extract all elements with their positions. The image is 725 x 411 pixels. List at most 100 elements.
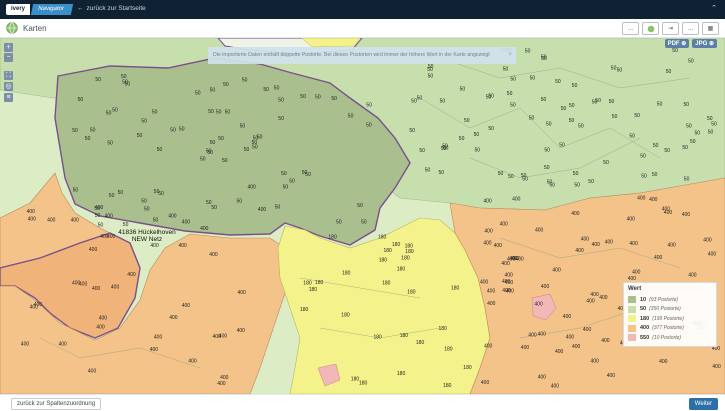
value-label: 50	[121, 74, 127, 80]
value-label: 50	[690, 139, 696, 145]
value-label: 400	[111, 284, 120, 290]
value-label: 400	[535, 227, 544, 233]
value-label: 400	[484, 229, 493, 235]
value-label: 50	[244, 147, 250, 153]
value-label: 180	[397, 266, 406, 272]
value-label: 50	[507, 91, 513, 97]
value-label: 400	[521, 345, 530, 351]
back-to-home-link[interactable]: ← zurück zur Startseite	[77, 5, 146, 12]
value-label: 400	[538, 374, 547, 380]
value-label: 50	[263, 87, 269, 93]
value-label: 50	[154, 189, 160, 195]
close-icon[interactable]: ×	[508, 47, 512, 64]
value-label: 50	[411, 99, 417, 105]
value-label: 50	[208, 109, 214, 115]
value-label: 50	[409, 128, 415, 134]
legend-count: (93 Postorte)	[649, 296, 679, 303]
value-label: 50	[574, 183, 580, 189]
value-label: 50	[210, 140, 216, 146]
region-180-center[interactable]	[277, 217, 491, 394]
value-label: 400	[487, 288, 496, 294]
back-to-home-label: zurück zur Startseite	[86, 5, 146, 12]
legend-item: 50 (350 Postorte)	[628, 305, 712, 315]
back-to-column-mapping-button[interactable]: zurück zur Spaltenzuordnung	[11, 398, 102, 410]
value-label: 400	[500, 221, 509, 227]
value-label: 50	[711, 122, 717, 128]
zoom-out-button[interactable]: −	[4, 53, 13, 62]
value-label: 50	[530, 75, 536, 81]
choropleth-map[interactable]: 50 50 50 50 50 50 50 50 50 50 50 50 50 50 50 50 50 50 50 50…	[0, 38, 725, 394]
value-label: 400	[682, 212, 691, 218]
value-label: 50	[222, 158, 228, 164]
value-label: 180	[303, 281, 312, 287]
value-label: 50	[688, 59, 694, 65]
value-label: 180	[392, 242, 401, 248]
legend-value: 400	[640, 325, 650, 332]
value-label: 400	[30, 305, 39, 311]
value-label: 400	[703, 238, 712, 244]
more-options-button[interactable]: ...	[622, 22, 639, 35]
value-label: 400	[484, 343, 493, 349]
fullscreen-icon[interactable]: ⛶	[4, 71, 13, 80]
more-tools-button[interactable]: ...	[682, 22, 699, 35]
connect-button[interactable]: ⇥	[662, 22, 679, 35]
value-label: 400	[583, 327, 592, 333]
locate-icon[interactable]: ◎	[4, 82, 13, 91]
table-view-button[interactable]: ▦	[702, 22, 719, 35]
value-label: 400	[72, 281, 81, 287]
legend-swatch	[628, 305, 636, 313]
chevron-up-icon[interactable]: ⌃	[711, 4, 717, 12]
value-label: 50	[544, 165, 550, 171]
value-label: 50	[331, 96, 337, 102]
map-view-button[interactable]	[642, 22, 659, 35]
value-label: 400	[502, 279, 511, 285]
value-label: 180	[444, 347, 453, 353]
value-label: 180	[405, 243, 414, 249]
value-label: 400	[607, 373, 616, 379]
value-label: 50	[640, 154, 646, 160]
value-label: 50	[218, 136, 224, 142]
value-label: 180	[463, 365, 472, 371]
value-label: 180	[309, 287, 318, 293]
value-label: 180	[443, 383, 452, 389]
value-label: 400	[481, 380, 490, 386]
value-label: 400	[88, 369, 97, 375]
value-label: 50	[695, 131, 701, 137]
value-label: 50	[684, 177, 690, 183]
value-label: 50	[225, 109, 231, 115]
zoom-in-button[interactable]: +	[4, 43, 13, 52]
value-label: 50	[283, 185, 289, 191]
value-label: 50	[216, 109, 222, 115]
value-label: 180	[401, 256, 410, 262]
value-label: 50	[634, 113, 640, 119]
export-jpg-button[interactable]: JPG ⊕	[692, 39, 717, 48]
zoom-controls: + −	[4, 43, 13, 62]
brand[interactable]: ivery Navigator	[6, 3, 73, 16]
page-title: Karten	[23, 24, 47, 33]
value-label: 400	[664, 210, 673, 216]
value-label: 400	[541, 284, 550, 290]
value-label: 400	[552, 267, 561, 273]
map-legend: Wert 10 (93 Postorte) 50 (350 Postorte) 18…	[623, 282, 717, 347]
next-button[interactable]: Weiter	[688, 398, 718, 410]
map-canvas[interactable]: 50 50 50 50 50 50 50 50 50 50 50 50 50 50 50 50 50 50 50 50…	[0, 38, 725, 394]
legend-swatch	[628, 296, 636, 304]
value-label: 50	[73, 187, 79, 193]
value-label: 50	[106, 111, 112, 117]
value-label: 50	[417, 96, 423, 102]
value-label: 50	[195, 90, 201, 96]
region-180-north[interactable]	[301, 38, 361, 48]
value-label: 400	[708, 252, 717, 258]
value-label: 50	[652, 172, 658, 178]
value-label: 400	[575, 248, 584, 254]
value-label: 50	[141, 118, 147, 124]
value-label: 50	[153, 218, 159, 224]
export-pdf-button[interactable]: PDF ⊕	[664, 39, 690, 48]
value-label: 400	[480, 280, 489, 286]
value-label: 400	[592, 242, 601, 248]
value-label: 400	[28, 216, 37, 222]
value-label: 50	[666, 69, 672, 75]
layers-icon[interactable]: ≡	[4, 93, 13, 102]
value-label: 400	[512, 196, 521, 202]
value-label: 50	[95, 77, 101, 83]
